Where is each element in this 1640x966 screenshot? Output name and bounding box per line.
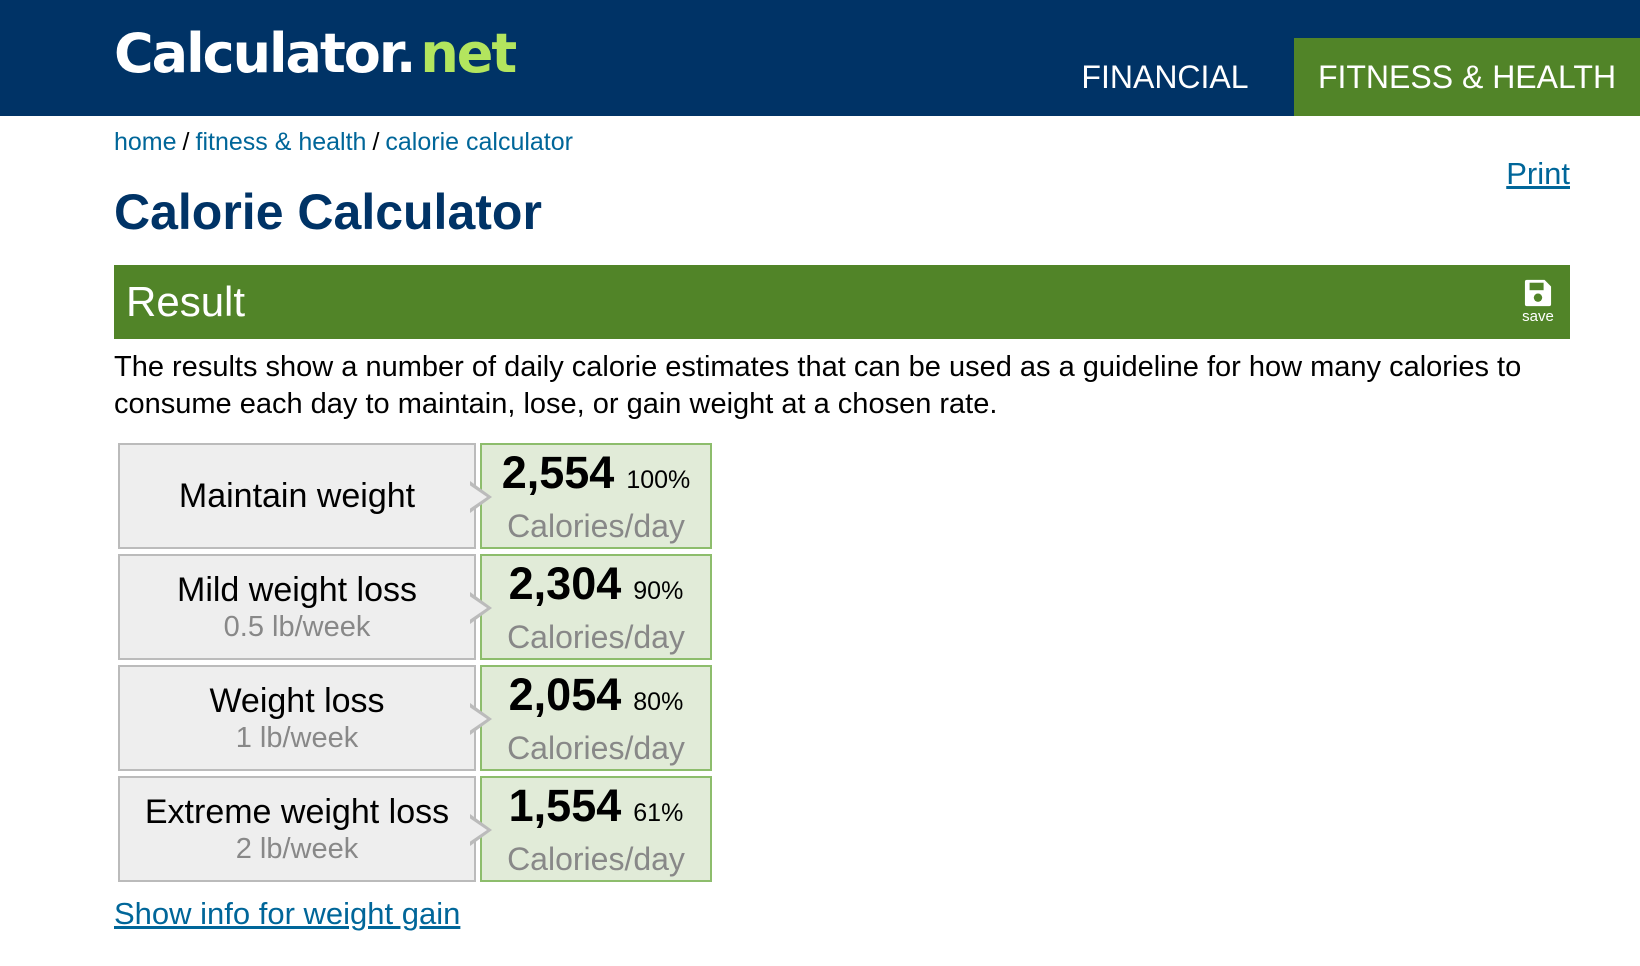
row-label-cell: Weight loss 1 lb/week [118, 665, 476, 771]
row-label: Extreme weight loss [144, 793, 450, 831]
result-title: Result [126, 278, 246, 325]
row-rate: 1 lb/week [235, 722, 359, 754]
row-label-cell: Extreme weight loss 2 lb/week [118, 776, 476, 882]
page-title: Calorie Calculator [114, 184, 542, 240]
result-row-mild-loss: Mild weight loss 0.5 lb/week 2,304 90% Ca… [118, 554, 712, 660]
calorie-unit: Calories/day [507, 729, 685, 766]
main-nav: FINANCIAL FITNESS & HEALTH [1036, 38, 1640, 116]
breadcrumb-separator: / [182, 128, 190, 156]
nav-financial[interactable]: FINANCIAL [1036, 38, 1294, 116]
show-weight-gain-link[interactable]: Show info for weight gain [114, 896, 460, 932]
floppy-disk-icon [1524, 279, 1552, 307]
print-link[interactable]: Print [1506, 156, 1570, 192]
row-label: Mild weight loss [177, 571, 417, 609]
row-value-cell: 1,554 61% Calories/day [480, 776, 712, 882]
calorie-percent: 90% [633, 576, 684, 605]
results-table: Maintain weight 2,554 100% Calories/day M… [118, 443, 712, 887]
row-label: Maintain weight [178, 477, 416, 515]
row-value-cell: 2,054 80% Calories/day [480, 665, 712, 771]
logo-text-accent: net [420, 22, 517, 85]
result-row-weight-loss: Weight loss 1 lb/week 2,054 80% Calories/… [118, 665, 712, 771]
row-rate: 0.5 lb/week [223, 611, 371, 643]
breadcrumb-fitness-health[interactable]: fitness & health [196, 128, 367, 156]
row-arrow [468, 481, 492, 513]
calorie-unit: Calories/day [507, 618, 685, 655]
breadcrumb-home[interactable]: home [114, 128, 177, 156]
row-arrow [468, 592, 492, 624]
row-arrow [468, 703, 492, 735]
row-arrow [468, 814, 492, 846]
nav-fitness-health[interactable]: FITNESS & HEALTH [1294, 38, 1640, 116]
calorie-value: 2,554 [501, 446, 615, 498]
breadcrumb-calorie-calculator[interactable]: calorie calculator [385, 128, 573, 156]
calorie-percent: 100% [626, 465, 691, 494]
result-row-extreme-loss: Extreme weight loss 2 lb/week 1,554 61% C… [118, 776, 712, 882]
site-logo[interactable]: Calculator. net [114, 18, 517, 90]
save-label: save [1522, 308, 1554, 325]
logo-text-main: Calculator. [114, 22, 416, 85]
row-rate: 2 lb/week [235, 833, 359, 865]
row-label-cell: Mild weight loss 0.5 lb/week [118, 554, 476, 660]
result-description: The results show a number of daily calor… [114, 351, 1522, 420]
result-row-maintain: Maintain weight 2,554 100% Calories/day [118, 443, 712, 549]
row-label: Weight loss [209, 682, 385, 720]
calorie-unit: Calories/day [507, 507, 685, 544]
save-button[interactable]: save [1518, 279, 1558, 325]
row-value-cell: 2,304 90% Calories/day [480, 554, 712, 660]
calorie-value: 2,304 [508, 557, 622, 609]
top-header: Calculator. net FINANCIAL FITNESS & HEALT… [0, 0, 1640, 116]
row-value-cell: 2,554 100% Calories/day [480, 443, 712, 549]
breadcrumb-separator: / [372, 128, 380, 156]
breadcrumb: home / fitness & health / calorie calculator [114, 124, 573, 160]
calorie-unit: Calories/day [507, 840, 685, 877]
calorie-value: 2,054 [508, 668, 622, 720]
result-header-bar: Result save [114, 265, 1570, 339]
calorie-percent: 61% [633, 798, 684, 827]
calorie-value: 1,554 [508, 779, 622, 831]
calorie-percent: 80% [633, 687, 684, 716]
row-label-cell: Maintain weight [118, 443, 476, 549]
